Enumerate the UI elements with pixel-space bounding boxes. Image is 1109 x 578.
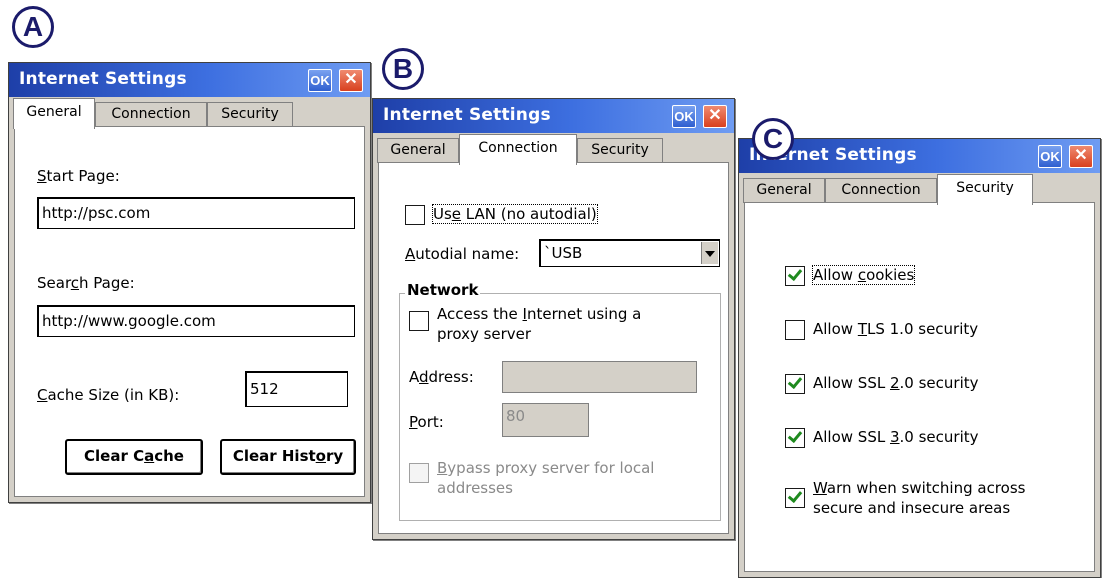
tab-connection[interactable]: Connection xyxy=(825,178,937,203)
cache-size-label: Cache Size (in KB): xyxy=(37,386,180,404)
tab-general[interactable]: General xyxy=(13,98,95,129)
tab-strip: General Connection Security xyxy=(739,173,1100,205)
autodial-name-value: `USB xyxy=(544,244,583,262)
bypass-checkbox[interactable] xyxy=(409,463,429,483)
bypass-label-line2: addresses xyxy=(437,479,513,497)
allow-cookies-label: Allow cookies xyxy=(811,265,916,285)
tab-panel-connection: Use LAN (no autodial) Autodial name: `US… xyxy=(378,162,729,534)
use-lan-label: Use LAN (no autodial) xyxy=(432,204,598,224)
title-bar: Internet Settings OK ✕ xyxy=(373,99,734,133)
tab-strip: General Connection Security xyxy=(9,97,370,129)
warn-switching-label-line2: secure and insecure areas xyxy=(813,499,1011,517)
bypass-label-line1: Bypass proxy server for local xyxy=(437,459,655,477)
tab-general[interactable]: General xyxy=(743,178,825,203)
allow-ssl3-checkbox[interactable] xyxy=(785,428,805,448)
tab-security[interactable]: Security xyxy=(577,138,663,163)
window-title: Internet Settings xyxy=(383,105,551,125)
proxy-checkbox[interactable] xyxy=(409,311,429,331)
close-icon[interactable]: ✕ xyxy=(703,105,727,128)
search-page-label: Search Page: xyxy=(37,274,135,292)
close-icon[interactable]: ✕ xyxy=(339,69,363,92)
cache-size-field[interactable]: 512 xyxy=(245,371,348,407)
internet-settings-window-security: Internet Settings OK ✕ General Connectio… xyxy=(738,138,1101,578)
ok-button[interactable]: OK xyxy=(308,69,332,92)
proxy-label-line2: proxy server xyxy=(437,325,532,343)
window-title: Internet Settings xyxy=(19,69,187,89)
title-bar: Internet Settings OK ✕ xyxy=(9,63,370,97)
allow-ssl2-label: Allow SSL 2.0 security xyxy=(813,374,979,392)
clear-cache-button[interactable]: Clear Cache xyxy=(65,439,203,475)
badge-b: B xyxy=(382,48,424,90)
search-page-field[interactable]: http://www.google.com xyxy=(37,305,355,337)
autodial-name-dropdown[interactable]: `USB xyxy=(539,239,720,267)
allow-tls-label: Allow TLS 1.0 security xyxy=(813,320,979,338)
badge-c: C xyxy=(752,118,794,160)
tab-connection[interactable]: Connection xyxy=(459,134,577,165)
ok-button[interactable]: OK xyxy=(672,105,696,128)
port-label: Port: xyxy=(409,413,444,431)
tab-general[interactable]: General xyxy=(377,138,459,163)
network-group-title: Network xyxy=(405,281,481,299)
tab-security[interactable]: Security xyxy=(207,102,293,127)
tab-panel-general: Start Page: http://psc.com Search Page: … xyxy=(14,126,365,497)
internet-settings-window-general: Internet Settings OK ✕ General Connectio… xyxy=(8,62,371,503)
port-field[interactable]: 80 xyxy=(502,403,589,437)
address-label: Address: xyxy=(409,368,474,386)
badge-a: A xyxy=(12,6,54,48)
chevron-down-icon[interactable] xyxy=(701,242,718,264)
allow-ssl3-label: Allow SSL 3.0 security xyxy=(813,428,979,446)
clear-history-button[interactable]: Clear History xyxy=(220,439,356,475)
tab-strip: General Connection Security xyxy=(373,133,734,165)
allow-ssl2-checkbox[interactable] xyxy=(785,374,805,394)
tab-connection[interactable]: Connection xyxy=(95,102,207,127)
start-page-label: Start Page: xyxy=(37,167,120,185)
warn-switching-label-line1: Warn when switching across xyxy=(813,479,1026,497)
warn-switching-checkbox[interactable] xyxy=(785,488,805,508)
use-lan-checkbox[interactable] xyxy=(405,205,425,225)
proxy-label-line1: Access the Internet using a xyxy=(437,305,642,323)
internet-settings-window-connection: Internet Settings OK ✕ General Connectio… xyxy=(372,98,735,540)
close-icon[interactable]: ✕ xyxy=(1069,145,1093,168)
tab-security[interactable]: Security xyxy=(937,174,1033,205)
autodial-name-label: Autodial name: xyxy=(405,245,520,263)
allow-tls-checkbox[interactable] xyxy=(785,320,805,340)
address-field[interactable] xyxy=(502,361,697,393)
start-page-field[interactable]: http://psc.com xyxy=(37,197,355,229)
allow-cookies-checkbox[interactable] xyxy=(785,266,805,286)
ok-button[interactable]: OK xyxy=(1038,145,1062,168)
tab-panel-security: Allow cookies Allow TLS 1.0 security All… xyxy=(744,202,1095,572)
